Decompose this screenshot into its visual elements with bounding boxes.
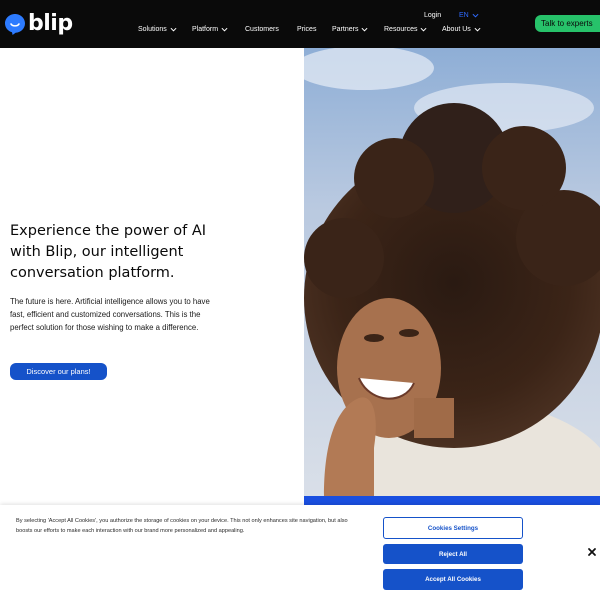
- close-icon[interactable]: [586, 546, 598, 558]
- nav-resources-label: Resources: [384, 26, 418, 33]
- cookie-consent-text: By selecting 'Accept All Cookies', you a…: [16, 518, 348, 534]
- accept-all-cookies-button[interactable]: Accept All Cookies: [383, 569, 523, 590]
- nav-solutions-label: Solutions: [138, 26, 167, 33]
- nav-about-us[interactable]: About Us: [442, 26, 481, 33]
- nav-about-us-label: About Us: [442, 26, 471, 33]
- discover-plans-button[interactable]: Discover our plans!: [10, 363, 107, 380]
- chevron-down-icon: [170, 27, 177, 32]
- hero-title: Experience the power of AI with Blip, ou…: [10, 223, 207, 281]
- top-navigation-bar: blip Solutions Platform Customers Prices…: [0, 0, 600, 48]
- hero-photo-woman-smiling: [304, 48, 600, 496]
- nav-prices-label: Prices: [297, 26, 317, 33]
- nav-customers-label: Customers: [245, 26, 279, 33]
- blip-logo-icon: [5, 14, 25, 35]
- blip-logo[interactable]: blip: [4, 11, 73, 37]
- nav-resources[interactable]: Resources: [384, 26, 427, 33]
- nav-partners-label: Partners: [332, 26, 359, 33]
- logo-wordmark: blip: [28, 11, 73, 36]
- nav-platform[interactable]: Platform: [192, 26, 228, 33]
- language-label: EN: [459, 12, 469, 19]
- nav-customers[interactable]: Customers: [245, 26, 279, 33]
- nav-prices[interactable]: Prices: [297, 26, 316, 33]
- hero-photo-illustration: [304, 48, 600, 496]
- chevron-down-icon: [472, 13, 479, 18]
- nav-platform-label: Platform: [192, 26, 219, 33]
- talk-to-experts-button[interactable]: Talk to experts: [535, 15, 600, 32]
- nav-partners[interactable]: Partners: [332, 26, 368, 33]
- hero-description: The future is here. Artificial intellige…: [10, 297, 210, 332]
- cookie-consent-banner: By selecting 'Accept All Cookies', you a…: [0, 505, 600, 600]
- chevron-down-icon: [361, 27, 368, 32]
- chevron-down-icon: [420, 27, 427, 32]
- cookies-settings-button[interactable]: Cookies Settings: [383, 517, 523, 539]
- chevron-down-icon: [221, 27, 228, 32]
- language-selector[interactable]: EN: [459, 12, 479, 19]
- nav-solutions[interactable]: Solutions: [138, 26, 177, 33]
- reject-all-button[interactable]: Reject All: [383, 544, 523, 564]
- chevron-down-icon: [474, 27, 481, 32]
- login-link[interactable]: Login: [424, 12, 441, 19]
